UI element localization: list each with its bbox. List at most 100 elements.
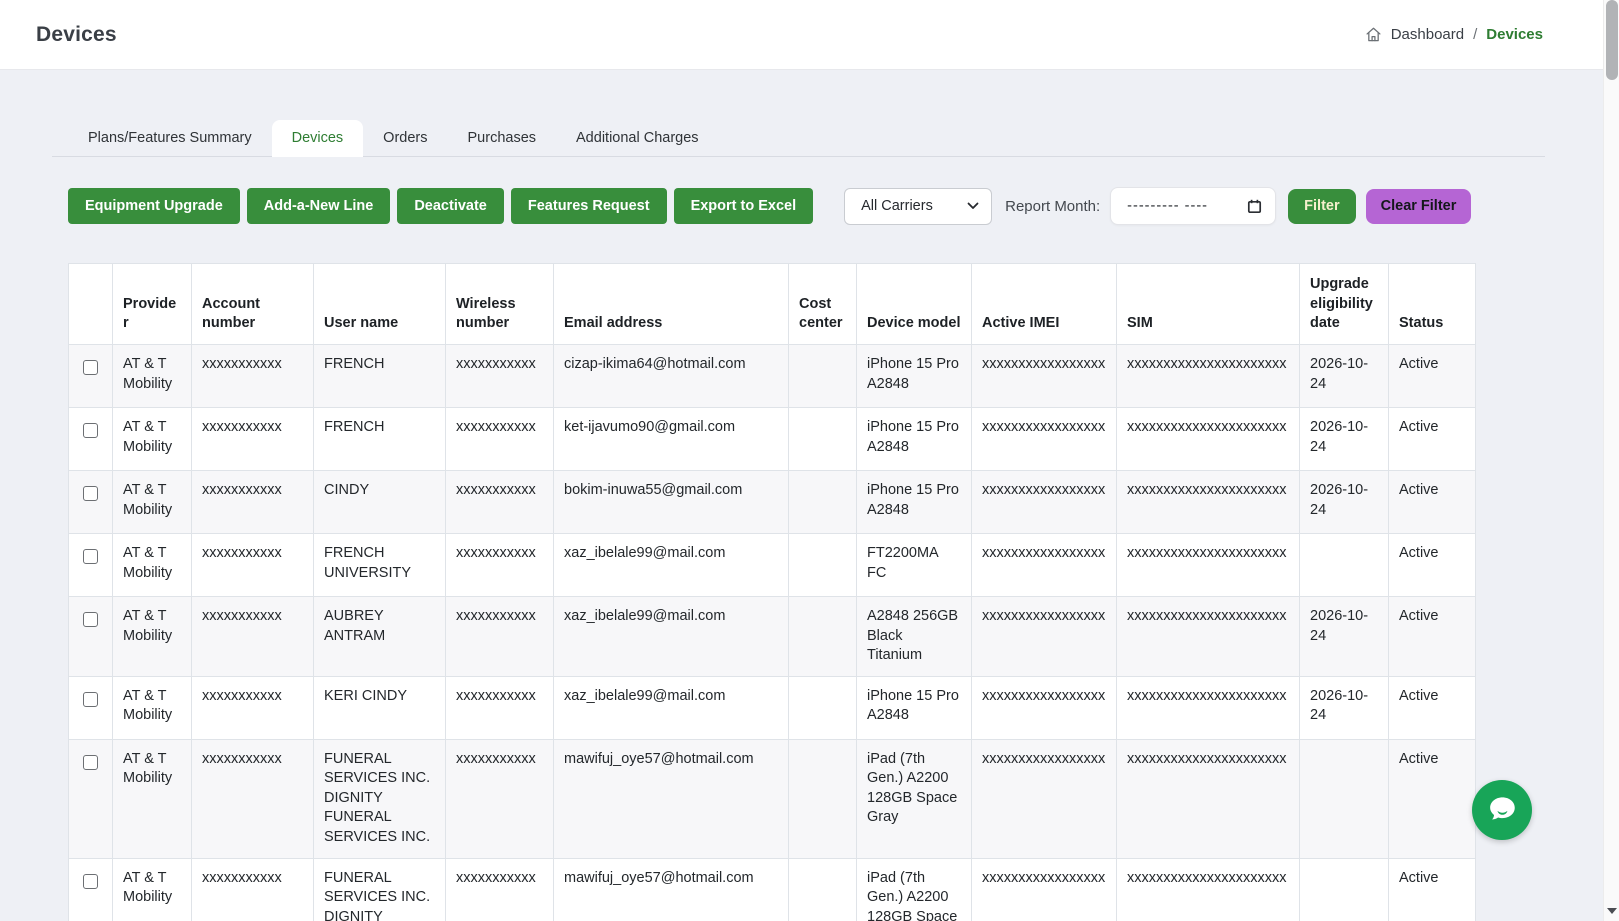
cell-status: Active (1389, 858, 1476, 921)
page-scrollbar[interactable] (1603, 0, 1619, 921)
cell-checkbox (69, 597, 113, 677)
scrollbar-down-arrow[interactable] (1607, 908, 1617, 914)
cell-checkbox (69, 858, 113, 921)
column-header-user-name: User name (314, 264, 446, 345)
tab-orders[interactable]: Orders (363, 120, 447, 157)
row-checkbox[interactable] (83, 612, 98, 627)
breadcrumb-dashboard[interactable]: Dashboard (1391, 26, 1464, 43)
deactivate-button[interactable]: Deactivate (397, 188, 504, 224)
cell-email: mawifuj_oye57@hotmail.com (554, 739, 789, 858)
tab-purchases[interactable]: Purchases (448, 120, 557, 157)
cell-wireless-number: xxxxxxxxxxx (446, 534, 554, 597)
cell-account-number: xxxxxxxxxxx (192, 534, 314, 597)
cell-cost-center (789, 534, 857, 597)
column-header-status: Status (1389, 264, 1476, 345)
cell-sim: xxxxxxxxxxxxxxxxxxxxxx (1117, 471, 1300, 534)
report-month-placeholder: --------- ---- (1127, 198, 1208, 214)
row-checkbox[interactable] (83, 360, 98, 375)
row-checkbox[interactable] (83, 874, 98, 889)
cell-sim: xxxxxxxxxxxxxxxxxxxxxx (1117, 858, 1300, 921)
cell-email: xaz_ibelale99@mail.com (554, 597, 789, 677)
cell-account-number: xxxxxxxxxxx (192, 471, 314, 534)
table-row: AT & T MobilityxxxxxxxxxxxFRENCHxxxxxxxx… (69, 408, 1476, 471)
action-button-group: Equipment UpgradeAdd-a-New LineDeactivat… (68, 188, 820, 224)
cell-upgrade-date: 2026-10-24 (1300, 676, 1389, 739)
tab-devices[interactable]: Devices (272, 120, 364, 157)
cell-wireless-number: xxxxxxxxxxx (446, 739, 554, 858)
cell-status: Active (1389, 739, 1476, 858)
cell-provider: AT & T Mobility (113, 858, 192, 921)
cell-device-model: FT2200MA FC (857, 534, 972, 597)
export-to-excel-button[interactable]: Export to Excel (674, 188, 814, 224)
cell-status: Active (1389, 534, 1476, 597)
cell-user-name: FUNERAL SERVICES INC. DIGNITY FUNERAL SE… (314, 739, 446, 858)
add-a-new-line-button[interactable]: Add-a-New Line (247, 188, 391, 224)
cell-checkbox (69, 676, 113, 739)
cell-user-name: AUBREY ANTRAM (314, 597, 446, 677)
cell-status: Active (1389, 345, 1476, 408)
chat-launcher-button[interactable] (1472, 780, 1532, 840)
cell-provider: AT & T Mobility (113, 471, 192, 534)
report-month-input[interactable]: --------- ---- (1110, 187, 1276, 225)
cell-email: xaz_ibelale99@mail.com (554, 534, 789, 597)
cell-device-model: iPhone 15 Pro A2848 (857, 676, 972, 739)
filter-button[interactable]: Filter (1288, 189, 1355, 224)
table-row: AT & T MobilityxxxxxxxxxxxFRENCHxxxxxxxx… (69, 345, 1476, 408)
calendar-icon[interactable] (1247, 199, 1262, 214)
cell-upgrade-date (1300, 534, 1389, 597)
cell-provider: AT & T Mobility (113, 408, 192, 471)
cell-upgrade-date: 2026-10-24 (1300, 408, 1389, 471)
cell-active-imei: xxxxxxxxxxxxxxxxx (972, 597, 1117, 677)
cell-device-model: iPad (7th Gen.) A2200 128GB Space Gray (857, 858, 972, 921)
column-header-wireless-number: Wireless number (446, 264, 554, 345)
column-header-device-model: Device model (857, 264, 972, 345)
app-header: Devices Dashboard / Devices (0, 0, 1603, 70)
features-request-button[interactable]: Features Request (511, 188, 667, 224)
row-checkbox[interactable] (83, 549, 98, 564)
cell-sim: xxxxxxxxxxxxxxxxxxxxxx (1117, 739, 1300, 858)
row-checkbox[interactable] (83, 755, 98, 770)
scrollbar-thumb[interactable] (1606, 0, 1618, 80)
row-checkbox[interactable] (83, 692, 98, 707)
row-checkbox[interactable] (83, 423, 98, 438)
cell-upgrade-date: 2026-10-24 (1300, 597, 1389, 677)
devices-table: ProviderAccount numberUser nameWireless … (68, 263, 1476, 921)
cell-account-number: xxxxxxxxxxx (192, 676, 314, 739)
clear-filter-button[interactable]: Clear Filter (1366, 189, 1472, 224)
main-content: Plans/Features SummaryDevicesOrdersPurch… (0, 70, 1603, 921)
cell-active-imei: xxxxxxxxxxxxxxxxx (972, 345, 1117, 408)
cell-device-model: A2848 256GB Black Titanium (857, 597, 972, 677)
row-checkbox[interactable] (83, 486, 98, 501)
cell-wireless-number: xxxxxxxxxxx (446, 471, 554, 534)
cell-sim: xxxxxxxxxxxxxxxxxxxxxx (1117, 408, 1300, 471)
page-title: Devices (36, 23, 117, 47)
cell-status: Active (1389, 597, 1476, 677)
cell-checkbox (69, 739, 113, 858)
cell-device-model: iPhone 15 Pro A2848 (857, 408, 972, 471)
cell-active-imei: xxxxxxxxxxxxxxxxx (972, 858, 1117, 921)
breadcrumb: Dashboard / Devices (1365, 26, 1543, 43)
cell-checkbox (69, 471, 113, 534)
tab-additional-charges[interactable]: Additional Charges (556, 120, 719, 157)
cell-user-name: FUNERAL SERVICES INC. DIGNITY FUNERAL SE… (314, 858, 446, 921)
cell-status: Active (1389, 676, 1476, 739)
table-row: AT & T MobilityxxxxxxxxxxxCINDYxxxxxxxxx… (69, 471, 1476, 534)
equipment-upgrade-button[interactable]: Equipment Upgrade (68, 188, 240, 224)
cell-active-imei: xxxxxxxxxxxxxxxxx (972, 471, 1117, 534)
cell-device-model: iPad (7th Gen.) A2200 128GB Space Gray (857, 739, 972, 858)
cell-cost-center (789, 408, 857, 471)
cell-wireless-number: xxxxxxxxxxx (446, 408, 554, 471)
home-icon[interactable] (1365, 26, 1382, 43)
cell-provider: AT & T Mobility (113, 739, 192, 858)
carrier-select[interactable]: All Carriers (844, 188, 992, 225)
cell-wireless-number: xxxxxxxxxxx (446, 858, 554, 921)
cell-provider: AT & T Mobility (113, 597, 192, 677)
cell-provider: AT & T Mobility (113, 534, 192, 597)
cell-wireless-number: xxxxxxxxxxx (446, 597, 554, 677)
cell-user-name: CINDY (314, 471, 446, 534)
tab-plans-features-summary[interactable]: Plans/Features Summary (68, 120, 272, 157)
cell-upgrade-date: 2026-10-24 (1300, 471, 1389, 534)
cell-device-model: iPhone 15 Pro A2848 (857, 345, 972, 408)
column-header-upgrade-eligibility-date: Upgrade eligibility date (1300, 264, 1389, 345)
cell-email: cizap-ikima64@hotmail.com (554, 345, 789, 408)
